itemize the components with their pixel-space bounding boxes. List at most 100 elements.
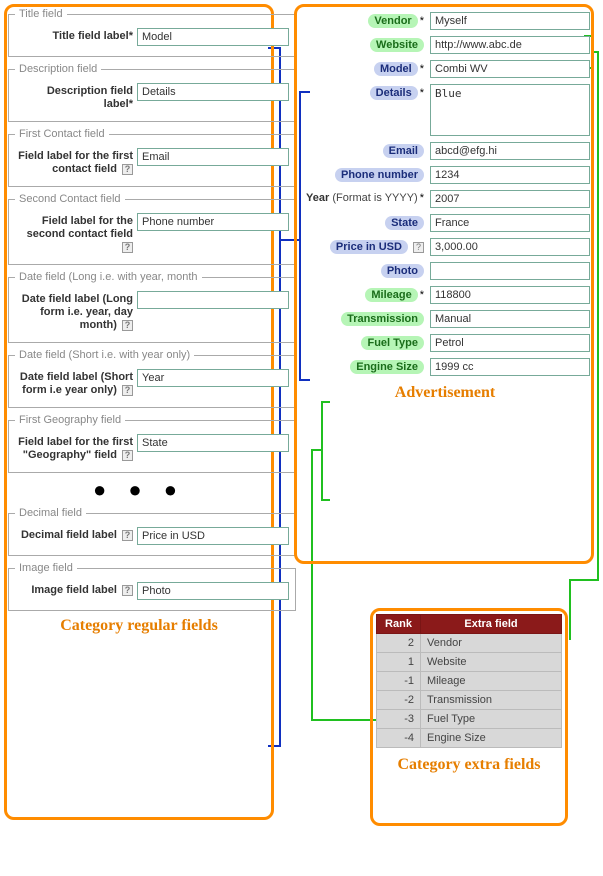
adv-row-2: Model* bbox=[300, 60, 590, 78]
fieldset-legend: Second Contact field bbox=[15, 193, 125, 205]
help-icon[interactable]: ? bbox=[122, 385, 133, 396]
adv-input[interactable] bbox=[430, 166, 590, 184]
rank-cell: -4 bbox=[377, 729, 421, 748]
field-label: Field label for the first contact field … bbox=[15, 148, 133, 176]
help-icon[interactable]: ? bbox=[122, 530, 133, 541]
field-label: Title field label* bbox=[15, 28, 133, 43]
name-cell: Mileage bbox=[421, 672, 562, 691]
fieldset-legend: First Geography field bbox=[15, 414, 125, 426]
adv-input[interactable] bbox=[430, 358, 590, 376]
adv-row-12: Fuel Type bbox=[300, 334, 590, 352]
field-input[interactable] bbox=[137, 148, 289, 166]
field-input[interactable] bbox=[137, 527, 289, 545]
fieldset-legend: Decimal field bbox=[15, 507, 86, 519]
adv-label: Photo bbox=[300, 262, 424, 278]
fieldset-3: Second Contact field Field label for the … bbox=[8, 193, 296, 265]
name-cell: Engine Size bbox=[421, 729, 562, 748]
help-icon[interactable]: ? bbox=[122, 164, 133, 175]
left-caption: Category regular fields bbox=[8, 617, 270, 635]
fieldset-legend: Title field bbox=[15, 8, 67, 20]
field-input[interactable] bbox=[137, 291, 289, 309]
adv-row-4: Email bbox=[300, 142, 590, 160]
adv-label: Phone number bbox=[300, 166, 424, 182]
adv-input[interactable] bbox=[430, 262, 590, 280]
field-label: Date field label (Long form i.e. year, d… bbox=[15, 291, 133, 332]
adv-input[interactable] bbox=[430, 142, 590, 160]
field-label: Decimal field label ? bbox=[15, 527, 133, 542]
name-cell: Fuel Type bbox=[421, 710, 562, 729]
help-icon[interactable]: ? bbox=[122, 242, 133, 253]
advertisement-panel: Vendor* Website Model* Details* Blue Email Pho… bbox=[300, 12, 590, 402]
table-header: Extra field bbox=[421, 615, 562, 634]
fieldset-8: Image field Image field label ? bbox=[8, 562, 296, 611]
field-input[interactable] bbox=[137, 582, 289, 600]
adv-row-10: Mileage* bbox=[300, 286, 590, 304]
adv-row-11: Transmission bbox=[300, 310, 590, 328]
table-row: -4Engine Size bbox=[377, 729, 562, 748]
adv-label: Engine Size bbox=[300, 358, 424, 374]
field-input[interactable] bbox=[137, 83, 289, 101]
field-label: Description field label* bbox=[15, 83, 133, 111]
field-label: Field label for the first "Geography" fi… bbox=[15, 434, 133, 462]
fieldset-legend: Description field bbox=[15, 63, 101, 75]
adv-input[interactable]: Blue bbox=[430, 84, 590, 136]
table-row: 2Vendor bbox=[377, 634, 562, 653]
extra-fields-table: RankExtra field2Vendor1Website-1Mileage-… bbox=[376, 614, 562, 748]
adv-row-5: Phone number bbox=[300, 166, 590, 184]
advertisement-caption: Advertisement bbox=[300, 384, 590, 402]
fieldset-6: First Geography field Field label for the… bbox=[8, 414, 296, 473]
adv-row-1: Website bbox=[300, 36, 590, 54]
fieldset-legend: First Contact field bbox=[15, 128, 109, 140]
ellipsis-dots: ● ● ● bbox=[8, 477, 270, 503]
help-icon[interactable]: ? bbox=[122, 320, 133, 331]
adv-label: Year (Format is YYYY)* bbox=[300, 190, 424, 204]
adv-label: Mileage* bbox=[300, 286, 424, 302]
adv-input[interactable] bbox=[430, 310, 590, 328]
table-row: 1Website bbox=[377, 653, 562, 672]
rank-cell: -2 bbox=[377, 691, 421, 710]
rank-cell: -3 bbox=[377, 710, 421, 729]
adv-row-3: Details* Blue bbox=[300, 84, 590, 136]
name-cell: Vendor bbox=[421, 634, 562, 653]
adv-input[interactable] bbox=[430, 286, 590, 304]
rank-cell: 1 bbox=[377, 653, 421, 672]
table-header: Rank bbox=[377, 615, 421, 634]
help-icon[interactable]: ? bbox=[122, 585, 133, 596]
field-label: Date field label (Short form i.e year on… bbox=[15, 369, 133, 397]
adv-label: Transmission bbox=[300, 310, 424, 326]
adv-input[interactable] bbox=[430, 12, 590, 30]
field-input[interactable] bbox=[137, 369, 289, 387]
field-label: Field label for the second contact field… bbox=[15, 213, 133, 254]
adv-input[interactable] bbox=[430, 334, 590, 352]
fieldset-legend: Date field (Short i.e. with year only) bbox=[15, 349, 194, 361]
name-cell: Transmission bbox=[421, 691, 562, 710]
category-regular-fields-panel: Title field Title field label* Description… bbox=[8, 8, 270, 635]
help-icon[interactable]: ? bbox=[413, 242, 424, 253]
rank-cell: -1 bbox=[377, 672, 421, 691]
help-icon[interactable]: ? bbox=[122, 450, 133, 461]
adv-label: Email bbox=[300, 142, 424, 158]
fieldset-legend: Image field bbox=[15, 562, 77, 574]
adv-row-0: Vendor* bbox=[300, 12, 590, 30]
fieldset-legend: Date field (Long i.e. with year, month bbox=[15, 271, 202, 283]
adv-input[interactable] bbox=[430, 238, 590, 256]
fieldset-4: Date field (Long i.e. with year, month Da… bbox=[8, 271, 296, 343]
adv-input[interactable] bbox=[430, 190, 590, 208]
adv-input[interactable] bbox=[430, 60, 590, 78]
field-input[interactable] bbox=[137, 434, 289, 452]
adv-row-13: Engine Size bbox=[300, 358, 590, 376]
adv-input[interactable] bbox=[430, 214, 590, 232]
rank-cell: 2 bbox=[377, 634, 421, 653]
field-input[interactable] bbox=[137, 28, 289, 46]
adv-row-6: Year (Format is YYYY)* bbox=[300, 190, 590, 208]
table-row: -2Transmission bbox=[377, 691, 562, 710]
adv-row-8: Price in USD ? bbox=[300, 238, 590, 256]
adv-label: Details* bbox=[300, 84, 424, 100]
adv-row-9: Photo bbox=[300, 262, 590, 280]
field-input[interactable] bbox=[137, 213, 289, 231]
adv-row-7: State bbox=[300, 214, 590, 232]
category-extra-fields-panel: RankExtra field2Vendor1Website-1Mileage-… bbox=[376, 614, 562, 774]
extra-fields-caption: Category extra fields bbox=[376, 756, 562, 774]
adv-input[interactable] bbox=[430, 36, 590, 54]
field-label: Image field label ? bbox=[15, 582, 133, 597]
